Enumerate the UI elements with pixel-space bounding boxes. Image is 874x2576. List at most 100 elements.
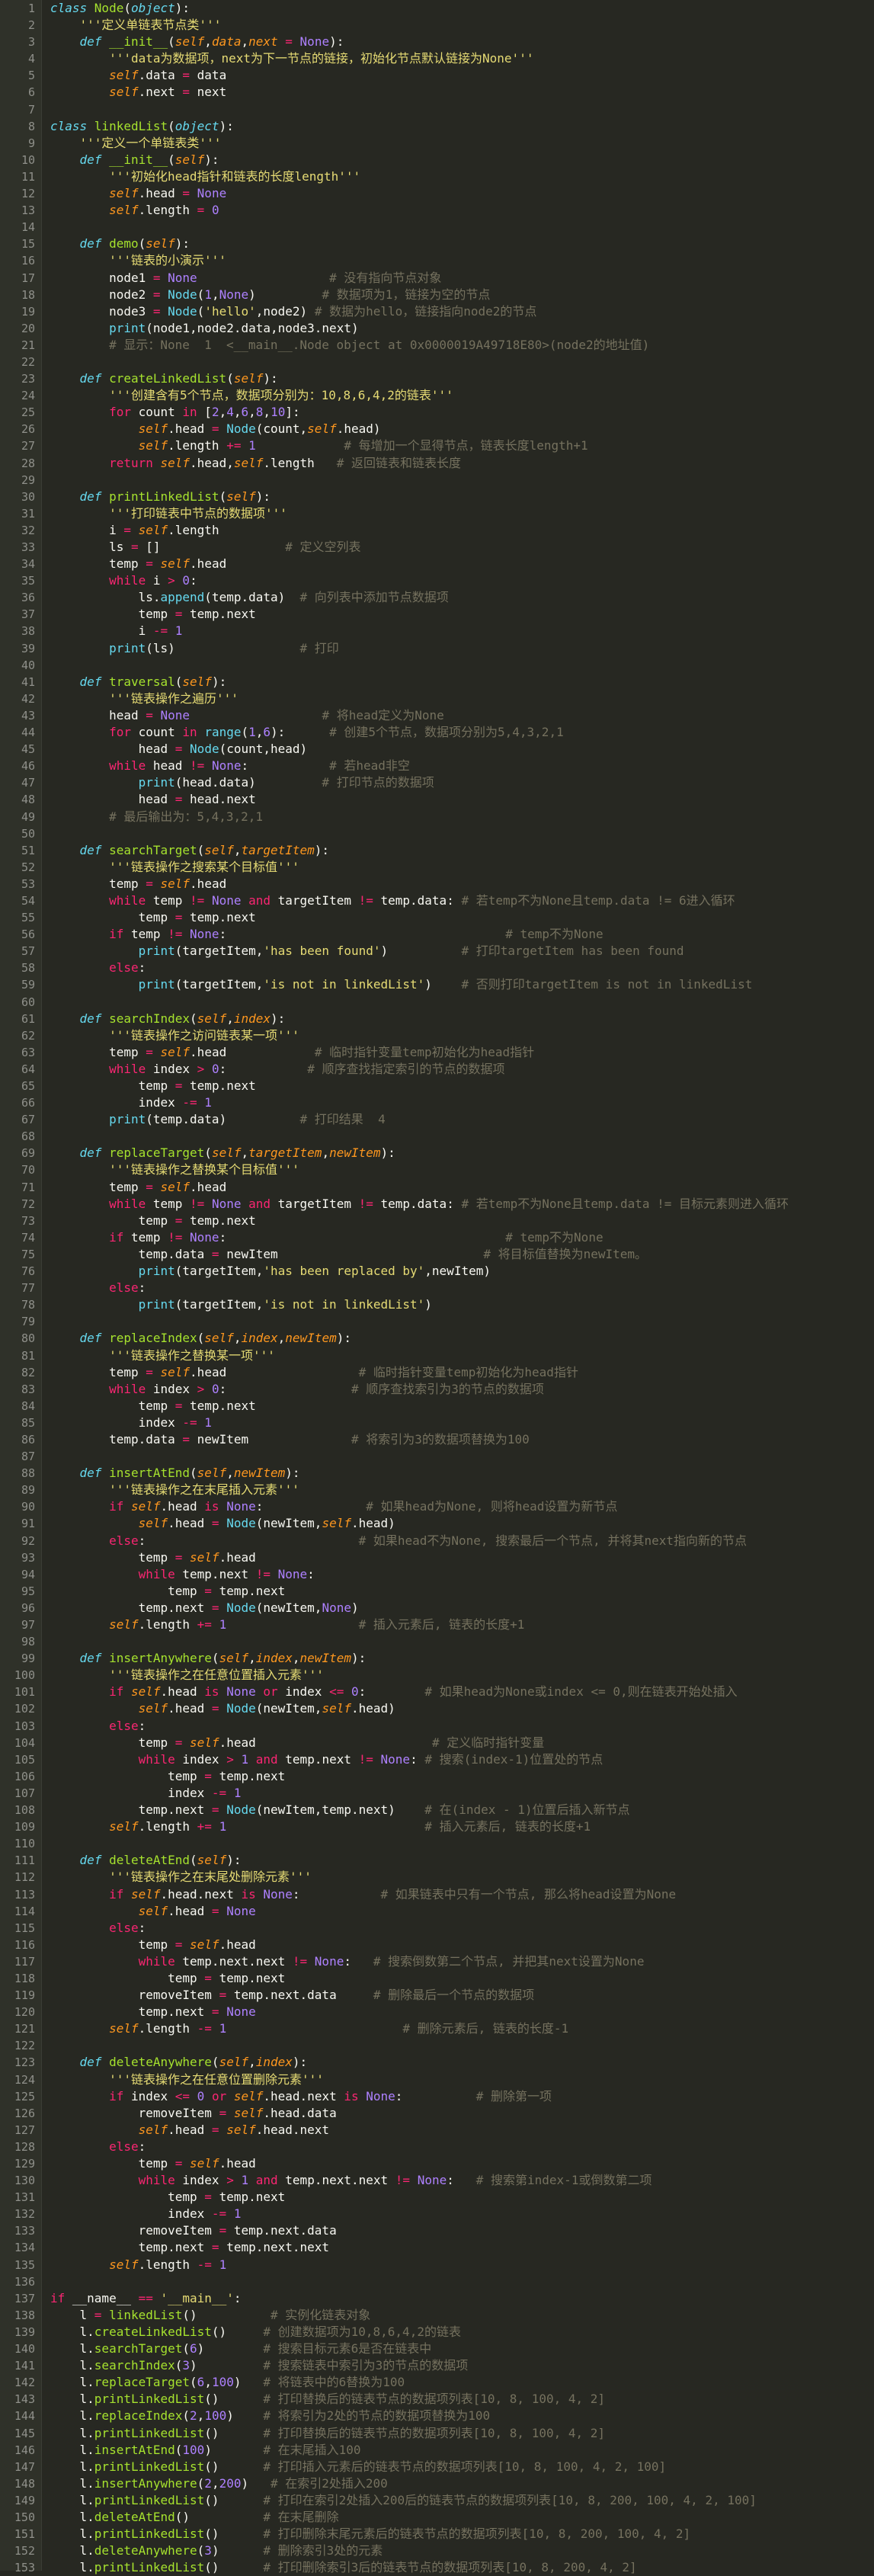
code-line[interactable]: 82 temp = self.head # 临时指针变量temp初始化为head… — [0, 1364, 874, 1381]
code-line[interactable]: 17 node1 = None # 没有指向节点对象 — [0, 270, 874, 287]
code-line[interactable]: 51 def searchTarget(self,targetItem): — [0, 842, 874, 859]
code-line[interactable]: 85 index -= 1 — [0, 1415, 874, 1431]
code-line[interactable]: 77 else: — [0, 1280, 874, 1296]
code-line[interactable]: 52 '''链表操作之搜索某个目标值''' — [0, 859, 874, 876]
code-line[interactable]: 66 index -= 1 — [0, 1094, 874, 1111]
code-line[interactable]: 104 temp = self.head # 定义临时指针变量 — [0, 1735, 874, 1751]
code-line[interactable]: 124 '''链表操作之在任意位置删除元素''' — [0, 2071, 874, 2088]
code-line[interactable]: 70 '''链表操作之替换某个目标值''' — [0, 1161, 874, 1178]
code-line[interactable]: 103 else: — [0, 1718, 874, 1735]
code-line[interactable]: 42 '''链表操作之遍历''' — [0, 690, 874, 707]
code-line[interactable]: 78 print(targetItem,'is not in linkedLis… — [0, 1296, 874, 1313]
code-line[interactable]: 133 removeItem = temp.next.data — [0, 2222, 874, 2239]
code-line[interactable]: 83 while index > 0: # 顺序查找索引为3的节点的数据项 — [0, 1381, 874, 1398]
code-line[interactable]: 109 self.length += 1 # 插入元素后, 链表的长度+1 — [0, 1818, 874, 1835]
code-line[interactable]: 107 index -= 1 — [0, 1785, 874, 1802]
code-line[interactable]: 143 l.printLinkedList() # 打印替换后的链表节点的数据项… — [0, 2391, 874, 2408]
code-line[interactable]: 152 l.deleteAnywhere(3) # 删除索引3处的元素 — [0, 2542, 874, 2559]
code-line[interactable]: 44 for count in range(1,6): # 创建5个节点，数据项… — [0, 724, 874, 741]
code-line[interactable]: 86 temp.data = newItem # 将索引为3的数据项替换为100 — [0, 1431, 874, 1448]
code-line[interactable]: 135 self.length -= 1 — [0, 2257, 874, 2273]
code-line[interactable]: 60 — [0, 994, 874, 1011]
code-line[interactable]: 63 temp = self.head # 临时指针变量temp初始化为head… — [0, 1044, 874, 1061]
code-line[interactable]: 81 '''链表操作之替换某一项''' — [0, 1347, 874, 1364]
code-line[interactable]: 36 ls.append(temp.data) # 向列表中添加节点数据项 — [0, 589, 874, 606]
code-line[interactable]: 23 def createLinkedList(self): — [0, 370, 874, 387]
code-line[interactable]: 115 else: — [0, 1920, 874, 1937]
code-line[interactable]: 49 # 最后输出为：5,4,3,2,1 — [0, 809, 874, 825]
code-line[interactable]: 19 node3 = Node('hello',node2) # 数据为hell… — [0, 303, 874, 320]
code-line[interactable]: 142 l.replaceTarget(6,100) # 将链表中的6替换为10… — [0, 2374, 874, 2391]
code-line[interactable]: 75 temp.data = newItem # 将目标值替换为newItem。 — [0, 1246, 874, 1263]
code-line[interactable]: 101 if self.head is None or index <= 0: … — [0, 1684, 874, 1700]
code-line[interactable]: 150 l.deleteAtEnd() # 在末尾删除 — [0, 2509, 874, 2526]
code-line[interactable]: 58 else: — [0, 960, 874, 976]
code-line[interactable]: 10 def __init__(self): — [0, 152, 874, 168]
code-line[interactable]: 3 def __init__(self,data,next = None): — [0, 34, 874, 50]
code-line[interactable]: 8 class linkedList(object): — [0, 118, 874, 135]
code-line[interactable]: 114 self.head = None — [0, 1903, 874, 1920]
code-line[interactable]: 131 temp = temp.next — [0, 2189, 874, 2206]
code-line[interactable]: 136 — [0, 2273, 874, 2290]
code-line[interactable]: 111 def deleteAtEnd(self): — [0, 1852, 874, 1869]
code-line[interactable]: 99 def insertAnywhere(self,index,newItem… — [0, 1650, 874, 1667]
code-line[interactable]: 88 def insertAtEnd(self,newItem): — [0, 1465, 874, 1482]
code-line[interactable]: 40 — [0, 657, 874, 674]
code-line[interactable]: 84 temp = temp.next — [0, 1398, 874, 1415]
code-line[interactable]: 69 def replaceTarget(self,targetItem,new… — [0, 1145, 874, 1161]
code-line[interactable]: 130 while index > 1 and temp.next.next !… — [0, 2172, 874, 2189]
code-line[interactable]: 29 — [0, 472, 874, 489]
code-line[interactable]: 93 temp = self.head — [0, 1549, 874, 1566]
code-area[interactable]: 1 class Node(object): 2 '''定义单链表节点类''' 3 de… — [0, 0, 874, 2576]
code-line[interactable]: 26 self.head = Node(count,self.head) — [0, 421, 874, 437]
code-line[interactable]: 149 l.printLinkedList() # 打印在索引2处插入200后的… — [0, 2492, 874, 2509]
code-line[interactable]: 123 def deleteAnywhere(self,index): — [0, 2054, 874, 2071]
code-line[interactable]: 138 l = linkedList() # 实例化链表对象 — [0, 2307, 874, 2324]
code-line[interactable]: 46 while head != None: # 若head非空 — [0, 758, 874, 774]
code-line[interactable]: 41 def traversal(self): — [0, 674, 874, 690]
code-line[interactable]: 74 if temp != None: # temp不为None — [0, 1229, 874, 1246]
code-line[interactable]: 126 removeItem = self.head.data — [0, 2105, 874, 2122]
code-line[interactable]: 125 if index <= 0 or self.head.next is N… — [0, 2088, 874, 2105]
code-line[interactable]: 72 while temp != None and targetItem != … — [0, 1196, 874, 1213]
code-line[interactable]: 76 print(targetItem,'has been replaced b… — [0, 1263, 874, 1280]
code-line[interactable]: 95 temp = temp.next — [0, 1583, 874, 1600]
code-line[interactable]: 119 removeItem = temp.next.data # 删除最后一个… — [0, 1987, 874, 2004]
code-line[interactable]: 20 print(node1,node2.data,node3.next) — [0, 320, 874, 337]
code-line[interactable]: 96 temp.next = Node(newItem,None) — [0, 1600, 874, 1616]
code-line[interactable]: 9 '''定义一个单链表类''' — [0, 135, 874, 152]
code-line[interactable]: 71 temp = self.head — [0, 1179, 874, 1196]
code-line[interactable]: 2 '''定义单链表节点类''' — [0, 17, 874, 34]
code-line[interactable]: 38 i -= 1 — [0, 623, 874, 639]
code-line[interactable]: 53 temp = self.head — [0, 876, 874, 892]
code-line[interactable]: 28 return self.head,self.length # 返回链表和链… — [0, 455, 874, 472]
code-line[interactable]: 47 print(head.data) # 打印节点的数据项 — [0, 774, 874, 791]
code-line[interactable]: 12 self.head = None — [0, 185, 874, 202]
code-line[interactable]: 1 class Node(object): — [0, 0, 874, 17]
code-line[interactable]: 57 print(targetItem,'has been found') # … — [0, 943, 874, 960]
code-line[interactable]: 105 while index > 1 and temp.next != Non… — [0, 1751, 874, 1768]
code-line[interactable]: 110 — [0, 1835, 874, 1852]
code-line[interactable]: 144 l.replaceIndex(2,100) # 将索引为2处的节点的数据… — [0, 2408, 874, 2424]
code-line[interactable]: 18 node2 = Node(1,None) # 数据项为1，链接为空的节点 — [0, 287, 874, 303]
code-line[interactable]: 56 if temp != None: # temp不为None — [0, 926, 874, 943]
code-line[interactable]: 140 l.searchTarget(6) # 搜索目标元素6是否在链表中 — [0, 2341, 874, 2357]
code-line[interactable]: 16 '''链表的小演示''' — [0, 252, 874, 269]
code-line[interactable]: 108 temp.next = Node(newItem,temp.next) … — [0, 1802, 874, 1818]
code-line[interactable]: 33 ls = [] # 定义空列表 — [0, 539, 874, 556]
code-line[interactable]: 100 '''链表操作之在任意位置插入元素''' — [0, 1667, 874, 1684]
code-line[interactable]: 94 while temp.next != None: — [0, 1566, 874, 1583]
code-line[interactable]: 50 — [0, 825, 874, 842]
code-line[interactable]: 59 print(targetItem,'is not in linkedLis… — [0, 976, 874, 993]
code-line[interactable]: 153 l.printLinkedList() # 打印删除索引3后的链表节点的… — [0, 2559, 874, 2576]
code-line[interactable]: 120 temp.next = None — [0, 2004, 874, 2020]
code-line[interactable]: 64 while index > 0: # 顺序查找指定索引的节点的数据项 — [0, 1061, 874, 1078]
code-line[interactable]: 113 if self.head.next is None: # 如果链表中只有… — [0, 1886, 874, 1903]
code-line[interactable]: 121 self.length -= 1 # 删除元素后, 链表的长度-1 — [0, 2020, 874, 2037]
code-line[interactable]: 117 while temp.next.next != None: # 搜索倒数… — [0, 1953, 874, 1970]
code-line[interactable]: 106 temp = temp.next — [0, 1768, 874, 1785]
code-line[interactable]: 31 '''打印链表中节点的数据项''' — [0, 505, 874, 522]
code-line[interactable]: 141 l.searchIndex(3) # 搜索链表中索引为3的节点的数据项 — [0, 2357, 874, 2374]
code-line[interactable]: 34 temp = self.head — [0, 556, 874, 572]
code-line[interactable]: 90 if self.head is None: # 如果head为None, … — [0, 1498, 874, 1515]
